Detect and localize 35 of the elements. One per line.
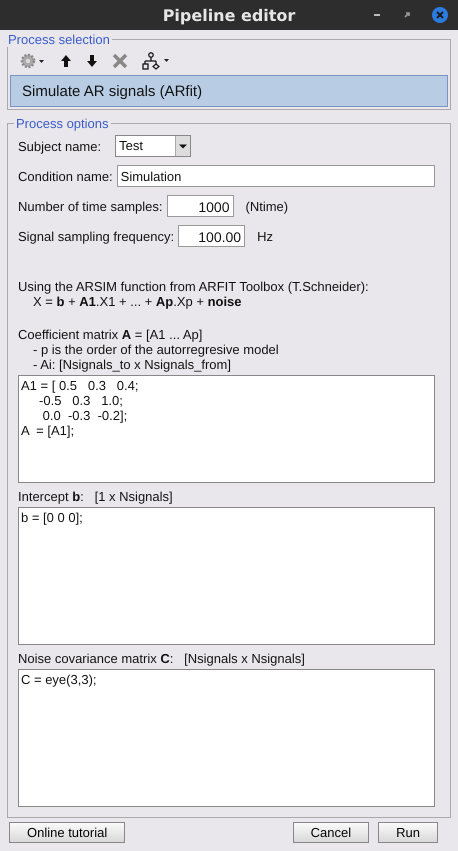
field-label: Noise covariance matrix C: [Nsignals x Nsignals] <box>18 651 306 666</box>
restore-icon[interactable] <box>402 10 412 20</box>
note-text: - Ai: [Nsignals_to x Nsignals_from] <box>32 357 232 372</box>
close-icon[interactable] <box>432 7 448 23</box>
field-label: Intercept b: [1 x Nsignals] <box>18 489 174 504</box>
field-label: Condition name: <box>18 168 113 184</box>
time-samples-field[interactable]: 1000 <box>166 195 234 217</box>
process-item[interactable]: Simulate AR signals (ARfit) <box>10 75 448 107</box>
down-arrow-icon[interactable] <box>86 54 98 68</box>
unit-label: (Ntime) <box>246 198 288 214</box>
field-label: Coefficient matrix A = [A1 ... Ap] <box>18 327 204 342</box>
gear-icon[interactable] <box>20 53 46 69</box>
note-text: - p is the order of the autorregresive model <box>32 342 280 357</box>
dialog-button[interactable]: Run <box>378 822 438 843</box>
delete-icon[interactable] <box>112 53 128 69</box>
tutorial-button[interactable]: Online tutorial <box>9 822 126 843</box>
matrix-field[interactable]: A1 = [ 0.5 0.3 0.4; -0.5 0.3 1.0; 0.0 -0.3 -0.2]; A = [A1]; <box>18 375 435 483</box>
up-arrow-icon[interactable] <box>60 54 72 68</box>
caret-icon <box>175 136 190 156</box>
window-title: Pipeline editor <box>162 6 296 24</box>
description-text: Using the ARSIM function from ARFIT Toolbox (T.Schneider): <box>18 279 370 294</box>
section-title: Process options <box>15 116 110 131</box>
dialog-button[interactable]: Cancel <box>292 822 370 843</box>
pipeline-icon[interactable] <box>142 52 172 70</box>
intercept-field[interactable]: b = [0 0 0]; <box>18 507 435 645</box>
condition-field[interactable]: Simulation <box>116 165 435 187</box>
covariance-field[interactable]: C = eye(3,3); <box>18 669 435 807</box>
sampling-frequency-field[interactable]: 100.00 <box>178 225 246 247</box>
description-text: X = b + A1.X1 + ... + Ap.Xp + noise <box>32 294 243 309</box>
unit-label: Hz <box>257 228 273 244</box>
field-label: Subject name: <box>18 138 102 154</box>
field-label: Signal sampling frequency: <box>18 228 174 244</box>
section-title: Process selection <box>7 32 111 47</box>
subject-dropdown[interactable]: Test <box>115 135 192 157</box>
field-label: Number of time samples: <box>18 198 162 214</box>
